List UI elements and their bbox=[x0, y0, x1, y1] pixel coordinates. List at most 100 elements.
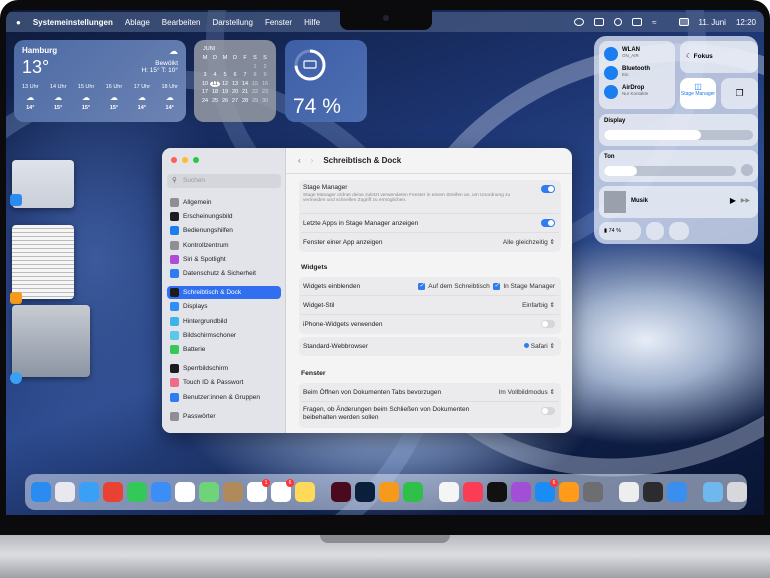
zoom-button[interactable] bbox=[193, 157, 199, 163]
control-center-icon[interactable] bbox=[678, 18, 689, 26]
sidebar-item-displays[interactable]: Displays bbox=[167, 300, 281, 313]
close-button[interactable] bbox=[171, 157, 177, 163]
forward-button[interactable]: › bbox=[311, 156, 314, 165]
stage-manager-button[interactable]: ◫ Stage Manager bbox=[680, 78, 716, 109]
numbers-icon[interactable] bbox=[403, 482, 423, 502]
slack-icon[interactable] bbox=[175, 482, 195, 502]
minimize-button[interactable] bbox=[182, 157, 188, 163]
sidebar-item-passwörter[interactable]: Passwörter bbox=[167, 410, 281, 423]
time-machine-icon[interactable] bbox=[614, 18, 623, 26]
menu-bearbeiten[interactable]: Bearbeiten bbox=[162, 18, 201, 27]
sidebar-item-erscheinungsbild[interactable]: Erscheinungsbild bbox=[167, 210, 281, 223]
downloads-folder-icon[interactable] bbox=[703, 482, 723, 502]
calendar-day: 29 bbox=[251, 97, 259, 104]
display-slider[interactable] bbox=[604, 130, 753, 140]
sidebar-item-benutzer-innen-gruppen[interactable]: Benutzer:innen & Gruppen bbox=[167, 391, 281, 404]
trash-icon[interactable] bbox=[727, 482, 747, 502]
calendar-day: 14 bbox=[241, 80, 249, 87]
wifi-icon[interactable]: ≈ bbox=[652, 18, 656, 27]
contacts-icon[interactable] bbox=[223, 482, 243, 502]
airdrop-toggle[interactable]: AirDrop Nur Kontakte bbox=[604, 85, 670, 99]
battery-widget[interactable]: 74 % bbox=[285, 40, 367, 122]
keyboard-brightness-button[interactable] bbox=[669, 222, 689, 240]
photoshop-icon[interactable] bbox=[355, 482, 375, 502]
menu-fenster[interactable]: Fenster bbox=[265, 18, 292, 27]
on-desktop-checkbox[interactable]: ✓ Auf dem Schreibtisch bbox=[418, 282, 490, 290]
finder-icon[interactable] bbox=[31, 482, 51, 502]
photos-icon[interactable] bbox=[439, 482, 459, 502]
launchpad-icon[interactable] bbox=[55, 482, 75, 502]
iphone-widgets-row: iPhone-Widgets verwenden bbox=[301, 315, 559, 334]
airplay-audio-icon[interactable] bbox=[741, 164, 753, 176]
calendar-day: 26 bbox=[221, 97, 229, 104]
play-icon[interactable]: ▶ bbox=[730, 196, 736, 205]
user-switch-button[interactable] bbox=[646, 222, 664, 240]
sidebar-item-batterie[interactable]: Batterie bbox=[167, 343, 281, 356]
forward-icon[interactable]: ▶▶ bbox=[741, 197, 750, 204]
keyboard-icon[interactable] bbox=[632, 18, 643, 26]
home-icon[interactable] bbox=[559, 482, 579, 502]
sidebar-item-kontrollzentrum[interactable]: Kontrollzentrum bbox=[167, 239, 281, 252]
app-store-icon[interactable]: 6 bbox=[535, 479, 558, 502]
focus-button[interactable]: ☾ Fokus bbox=[680, 41, 758, 73]
iphone-widgets-toggle[interactable] bbox=[541, 320, 555, 328]
prefer-tabs-row: Beim Öffnen von Dokumenten Tabs bevorzug… bbox=[301, 383, 559, 402]
ask-changes-toggle[interactable] bbox=[541, 407, 555, 415]
system-settings-icon[interactable] bbox=[583, 482, 603, 502]
menu-hilfe[interactable]: Hilfe bbox=[304, 18, 320, 27]
calendar-icon[interactable]: 1 bbox=[247, 479, 270, 502]
podcasts-icon[interactable] bbox=[511, 482, 531, 502]
windows-of-app-select[interactable]: Alle gleichzeitig ⇕ bbox=[503, 233, 555, 252]
sidebar-item-allgemein[interactable]: Allgemein bbox=[167, 196, 281, 209]
search-input[interactable]: ⚲ Suchen bbox=[167, 174, 281, 188]
reminders-icon[interactable]: 6 bbox=[271, 479, 294, 502]
widget-style-select[interactable]: Einfarbig ⇕ bbox=[522, 296, 555, 315]
in-stage-manager-checkbox[interactable]: ✓ In Stage Manager bbox=[493, 282, 555, 290]
sidebar-item-bildschirmschoner[interactable]: Bildschirmschoner bbox=[167, 329, 281, 342]
sidebar-item-schreibtisch-dock[interactable]: Schreibtisch & Dock bbox=[167, 286, 281, 300]
sidebar-item-sperrbildschirm[interactable]: Sperrbildschirm bbox=[167, 362, 281, 375]
prefer-tabs-select[interactable]: Im Vollbildmodus ⇕ bbox=[499, 383, 555, 402]
messages-icon[interactable] bbox=[127, 482, 147, 502]
maps-icon[interactable] bbox=[199, 482, 219, 502]
mail-icon[interactable] bbox=[151, 482, 171, 502]
stage-manager-toggle[interactable] bbox=[541, 185, 555, 193]
default-browser-select[interactable]: Safari ⇕ bbox=[523, 337, 555, 356]
indesign-icon[interactable] bbox=[331, 482, 351, 502]
sidebar-item-hintergrundbild[interactable]: Hintergrundbild bbox=[167, 315, 281, 328]
chrome-icon[interactable] bbox=[103, 482, 123, 502]
drive-icon[interactable] bbox=[594, 18, 605, 26]
sidebar-item-touch-id-passwort[interactable]: Touch ID & Passwort bbox=[167, 376, 281, 389]
recent-apps-toggle[interactable] bbox=[541, 219, 555, 227]
weather-widget[interactable]: Hamburg 13° ☁ Bewölkt H: 15° T: 10° 13 Uh… bbox=[14, 40, 186, 122]
stage-window-thumbnail[interactable] bbox=[12, 225, 74, 299]
calendar-widget[interactable]: JUNI M D M D F S S 1 2 3 4 5 6 7 8 9 10 11 12 13 14 15 16 17 18 1… bbox=[194, 40, 276, 122]
menu-ablage[interactable]: Ablage bbox=[125, 18, 150, 27]
tv-icon[interactable] bbox=[487, 482, 507, 502]
music-icon[interactable] bbox=[463, 482, 483, 502]
calendar-day bbox=[200, 64, 210, 70]
apple-menu-icon[interactable]: ● bbox=[16, 18, 21, 27]
sidebar-item-bedienungshilfen[interactable]: Bedienungshilfen bbox=[167, 224, 281, 237]
menu-date[interactable]: 11. Juni bbox=[699, 18, 726, 27]
screen-mirroring-button[interactable]: ❐ bbox=[721, 78, 758, 109]
preview-icon[interactable] bbox=[619, 482, 639, 502]
battery-tile[interactable]: ▮ 74 % bbox=[599, 222, 641, 240]
default-browser-row: Standard-Webbrowser Safari ⇕ bbox=[301, 337, 559, 356]
weather-icon[interactable] bbox=[667, 482, 687, 502]
phone-icon[interactable] bbox=[643, 482, 663, 502]
sidebar-item-datenschutz-sicherheit[interactable]: Datenschutz & Sicherheit bbox=[167, 267, 281, 280]
notes-icon[interactable] bbox=[295, 482, 315, 502]
sound-slider[interactable] bbox=[604, 166, 736, 176]
menu-darstellung[interactable]: Darstellung bbox=[213, 18, 253, 27]
safari-icon[interactable] bbox=[79, 482, 99, 502]
wlan-toggle[interactable]: WLAN ON_AIR bbox=[604, 47, 670, 61]
bluetooth-toggle[interactable]: Bluetooth Ein bbox=[604, 66, 670, 80]
back-button[interactable]: ‹ bbox=[298, 156, 301, 165]
sidebar-item-siri-spotlight[interactable]: Siri & Spotlight bbox=[167, 253, 281, 266]
menu-time[interactable]: 12:20 bbox=[736, 18, 756, 27]
menu-app[interactable]: Systemeinstellungen bbox=[33, 18, 113, 27]
pages-icon[interactable] bbox=[379, 482, 399, 502]
stage-window-thumbnail[interactable] bbox=[12, 305, 90, 377]
screen-recording-icon[interactable] bbox=[574, 18, 585, 26]
